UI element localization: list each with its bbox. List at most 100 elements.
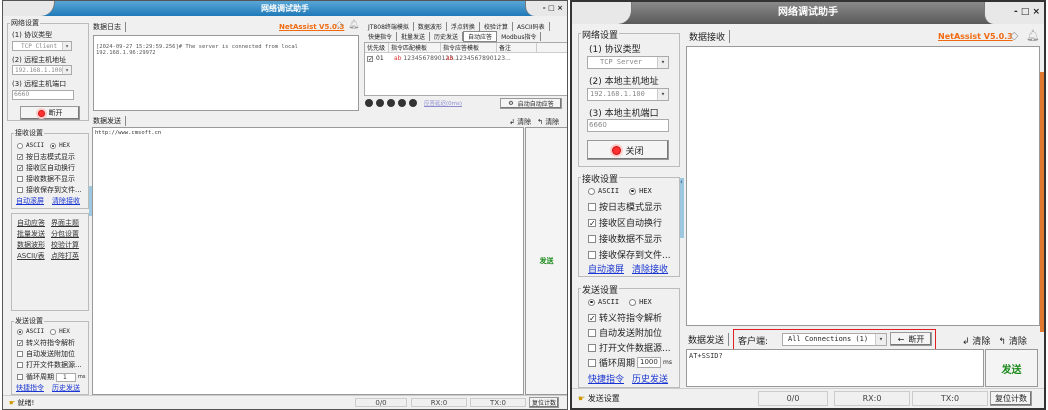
bell-icon[interactable]: 🔔︎ bbox=[1026, 29, 1040, 42]
option-1[interactable]: ✓ 接收区自动换行 bbox=[17, 163, 75, 173]
clear-send-button[interactable]: ↲ 清除 bbox=[509, 117, 531, 127]
tab-item[interactable]: Modbus指令 bbox=[497, 32, 542, 41]
send-input[interactable]: http://www.cmsoft.cn bbox=[92, 127, 524, 395]
tab-data-send[interactable]: 数据发送 bbox=[688, 333, 730, 346]
add-icon[interactable] bbox=[365, 99, 373, 107]
clear-send-button[interactable]: ↲ 清除 bbox=[962, 334, 990, 347]
diamond-icon[interactable]: ◇ bbox=[336, 20, 343, 30]
app-menu-icon[interactable] bbox=[3, 1, 55, 16]
scrollbar[interactable] bbox=[1040, 72, 1044, 332]
connect-button[interactable]: 断开 bbox=[20, 106, 80, 120]
tool-link[interactable]: 自动应答 bbox=[17, 218, 45, 228]
hex-radio[interactable] bbox=[629, 298, 637, 306]
reset-count-button[interactable]: 复位计数 bbox=[529, 397, 559, 408]
checkbox[interactable] bbox=[588, 250, 596, 259]
brand-link[interactable]: NetAssist V5.0.3 bbox=[938, 32, 1013, 41]
option-1[interactable]: 自动发送附加位 bbox=[588, 326, 662, 339]
tab-data-receive[interactable]: 数据接收 bbox=[689, 30, 731, 43]
panel-collapse-handle[interactable]: ‹ bbox=[680, 178, 684, 238]
tab-item[interactable]: ASCII码表 bbox=[513, 22, 550, 31]
checkbox[interactable] bbox=[17, 187, 23, 193]
checkbox[interactable]: ✓ bbox=[588, 313, 596, 322]
hex-radio[interactable] bbox=[629, 187, 637, 195]
history-send-link[interactable]: 历史发送 bbox=[52, 383, 80, 393]
cycle-input[interactable]: 1000 bbox=[637, 357, 662, 368]
tool-link[interactable]: 界面主题 bbox=[51, 218, 79, 228]
checkbox[interactable]: ✓ bbox=[588, 218, 596, 227]
cycle-checkbox[interactable] bbox=[17, 374, 23, 380]
checkbox[interactable] bbox=[588, 328, 596, 337]
row-checkbox[interactable]: ✓ bbox=[367, 55, 373, 62]
tab-item[interactable]: 浮点转换 bbox=[447, 22, 480, 31]
tool-link[interactable]: 分包设置 bbox=[51, 229, 79, 239]
cycle-input[interactable]: 1 bbox=[56, 372, 76, 382]
window-controls[interactable]: - □ × bbox=[525, 1, 567, 16]
send-button[interactable]: 发送 bbox=[525, 127, 567, 395]
ascii-radio[interactable] bbox=[17, 142, 23, 149]
protocol-select[interactable]: TCP Server ▾ bbox=[587, 56, 669, 69]
tab-item[interactable]: 历史发送 bbox=[430, 32, 464, 41]
shortcut-commands-link[interactable]: 快捷指令 bbox=[16, 383, 44, 393]
port-input[interactable]: 6660 bbox=[587, 119, 669, 132]
tab-item[interactable]: 数据波形 bbox=[414, 22, 447, 31]
close-button[interactable]: 关闭 bbox=[587, 140, 669, 160]
checkbox[interactable]: ✓ bbox=[17, 165, 23, 172]
checkbox[interactable] bbox=[17, 362, 23, 368]
option-0[interactable]: ✓ 转义符指令解析 bbox=[17, 338, 75, 348]
delete-icon[interactable] bbox=[387, 99, 395, 107]
checkbox[interactable] bbox=[17, 176, 23, 182]
tool-link[interactable]: 点阵打英 bbox=[51, 251, 79, 261]
send-button[interactable]: 发送 bbox=[985, 349, 1038, 387]
option-2[interactable]: 打开文件数据源... bbox=[17, 360, 82, 370]
tab-item[interactable]: 批量发送 bbox=[397, 32, 431, 41]
reply-delay-link[interactable]: 应答延迟(0ms) bbox=[424, 99, 462, 107]
hex-radio[interactable] bbox=[50, 142, 57, 149]
app-menu-icon[interactable] bbox=[572, 2, 632, 24]
option-2[interactable]: 打开文件数据源... bbox=[588, 341, 671, 354]
ascii-radio[interactable] bbox=[17, 328, 23, 335]
tool-link[interactable]: 校验计算 bbox=[51, 240, 79, 250]
tool-link[interactable]: ASCII/表 bbox=[17, 251, 45, 261]
auto-scroll-link[interactable]: 自动滚屏 bbox=[588, 262, 624, 275]
checkbox[interactable] bbox=[588, 343, 596, 352]
tab-data-log[interactable]: 数据日志 bbox=[93, 22, 126, 32]
host-select[interactable]: 192.168.1.100 ▾ bbox=[12, 65, 72, 75]
tab-item[interactable]: JT808终端模拟 bbox=[364, 22, 414, 31]
receive-area[interactable] bbox=[686, 46, 1040, 326]
checkbox[interactable] bbox=[588, 234, 596, 243]
ascii-radio[interactable] bbox=[588, 187, 595, 195]
option-2[interactable]: 接收数据不显示 bbox=[17, 174, 75, 184]
shortcut-commands-link[interactable]: 快捷指令 bbox=[588, 372, 624, 385]
auto-scroll-link[interactable]: 自动滚屏 bbox=[16, 196, 44, 206]
host-select[interactable]: 192.168.1.100 ▾ bbox=[587, 88, 669, 101]
tab-item[interactable]: 快捷指令 bbox=[364, 32, 398, 41]
disconnect-button[interactable]: ← 断开 bbox=[890, 332, 932, 346]
clear-receive-link[interactable]: 清除接收 bbox=[632, 262, 668, 275]
option-1[interactable]: ✓ 接收区自动换行 bbox=[588, 216, 662, 229]
tab-item[interactable]: 校验计算 bbox=[480, 22, 513, 31]
data-log-area[interactable]: [2024-09-27 15:29:59.256]# The server is… bbox=[93, 35, 359, 111]
checkbox[interactable] bbox=[17, 351, 23, 357]
option-1[interactable]: 自动发送附加位 bbox=[17, 349, 75, 359]
start-auto-reply-button[interactable]: ⚙ 启动自动应答 bbox=[500, 98, 562, 109]
reset-count-button[interactable]: 复位计数 bbox=[990, 391, 1032, 406]
window-controls[interactable]: - □ × bbox=[984, 2, 1044, 24]
option-2[interactable]: 接收数据不显示 bbox=[588, 232, 662, 245]
checkbox[interactable]: ✓ bbox=[17, 340, 23, 347]
clear-all-button[interactable]: ↰ 清除 bbox=[998, 334, 1026, 347]
clear-all-button[interactable]: ↰ 清除 bbox=[537, 117, 559, 127]
move-down-icon[interactable] bbox=[409, 99, 417, 107]
tab-data-send[interactable]: 数据发送 bbox=[93, 116, 126, 126]
cycle-checkbox[interactable] bbox=[588, 358, 596, 367]
move-up-icon[interactable] bbox=[398, 99, 406, 107]
option-3[interactable]: 接收保存到文件... bbox=[588, 248, 671, 261]
insert-icon[interactable] bbox=[376, 99, 384, 107]
option-3[interactable]: 接收保存到文件... bbox=[17, 185, 82, 195]
checkbox[interactable] bbox=[588, 202, 596, 211]
bell-icon[interactable]: 🔔︎ bbox=[348, 20, 359, 30]
history-send-link[interactable]: 历史发送 bbox=[632, 372, 668, 385]
brand-link[interactable]: NetAssist V5.0.3 bbox=[279, 23, 344, 31]
client-select[interactable]: All Connections (1) ▾ bbox=[782, 333, 887, 346]
option-0[interactable]: ✓ 按日志模式显示 bbox=[17, 152, 75, 162]
hex-radio[interactable] bbox=[50, 328, 57, 335]
